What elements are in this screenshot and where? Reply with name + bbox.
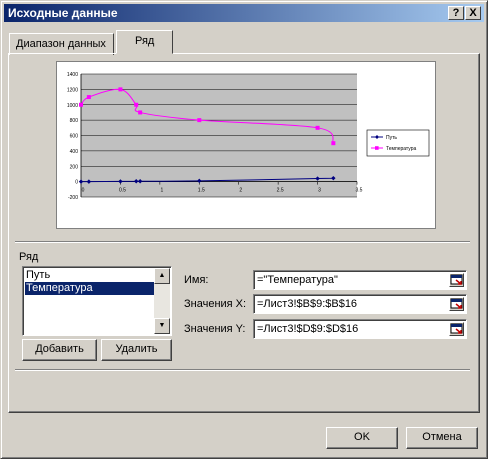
x-ref-button[interactable] (449, 297, 464, 311)
y-ref-button[interactable] (449, 322, 464, 336)
x-tick-label: 3.5 (356, 188, 363, 194)
add-series-button[interactable]: Добавить (22, 339, 97, 361)
chart-preview: -200 0 200 400 600 800 1000 1200 1400 0 0.5 1 1.5 2 2.… (56, 61, 436, 229)
y-tick-label: 800 (70, 118, 79, 124)
y-tick-label: 200 (70, 164, 79, 170)
y-values-field[interactable]: =Лист3!$D$9:$D$16 (253, 319, 467, 339)
ok-button[interactable]: OK (326, 427, 398, 449)
y-tick-label: 1400 (67, 72, 78, 78)
data-point (138, 110, 143, 115)
x-tick-label: 1.5 (198, 188, 205, 194)
y-tick-label: 0 (75, 180, 78, 186)
window-title: Исходные данные (8, 6, 118, 20)
y-values-value: =Лист3!$D$9:$D$16 (257, 323, 359, 335)
legend-entry: Температура (386, 146, 417, 152)
scroll-up-arrow-icon: ▲ (158, 272, 166, 279)
source-data-dialog: Исходные данные ? X Диапазон данных Ряд … (0, 0, 488, 459)
series-list-item-temperature[interactable]: Температура (25, 282, 154, 295)
series-listbox[interactable]: Путь Температура ▲ ▼ (22, 266, 172, 336)
x-tick-label: 0 (82, 188, 85, 194)
data-point (118, 87, 123, 92)
collapse-dialog-icon (450, 323, 463, 334)
y-tick-label: -200 (68, 195, 78, 201)
separator-top (15, 241, 470, 243)
listbox-scrollbar[interactable]: ▲ ▼ (154, 268, 170, 334)
data-point (315, 125, 320, 130)
x-tick-label: 3 (318, 188, 321, 194)
y-tick-label: 1000 (67, 103, 78, 109)
collapse-dialog-icon (450, 298, 463, 309)
x-tick-label: 2.5 (277, 188, 284, 194)
data-point (79, 102, 83, 107)
name-ref-button[interactable] (449, 273, 464, 287)
series-list-item-path[interactable]: Путь (25, 269, 50, 282)
y-tick-label: 600 (70, 134, 79, 140)
y-values-label: Значения Y: (184, 323, 246, 335)
x-values-field[interactable]: =Лист3!$B$9:$B$16 (253, 294, 467, 314)
series-group-label: Ряд (19, 251, 39, 263)
data-point (134, 102, 139, 107)
x-tick-label: 1 (160, 188, 163, 194)
name-field-value: ="Температура" (257, 274, 338, 286)
separator-bottom (15, 369, 470, 371)
y-tick-label: 1200 (67, 87, 78, 93)
help-button[interactable]: ? (448, 6, 464, 20)
scroll-down-button[interactable]: ▼ (154, 318, 170, 334)
collapse-dialog-icon (450, 274, 463, 285)
chart-svg: -200 0 200 400 600 800 1000 1200 1400 0 0.5 1 1.5 2 2.… (67, 72, 430, 201)
legend-entry: Путь (386, 135, 397, 141)
close-button[interactable]: X (465, 6, 481, 20)
x-tick-label: 0.5 (119, 188, 126, 194)
title-bar[interactable]: Исходные данные ? X (4, 4, 484, 22)
remove-series-button[interactable]: Удалить (101, 339, 172, 361)
scroll-down-arrow-icon: ▼ (158, 322, 166, 329)
data-point (197, 118, 202, 123)
tab-series-label: Ряд (135, 35, 155, 47)
cancel-button[interactable]: Отмена (406, 427, 478, 449)
data-point (331, 141, 336, 146)
name-field[interactable]: ="Температура" (253, 270, 467, 290)
x-tick-label: 2 (239, 188, 242, 194)
legend-marker (375, 146, 379, 150)
x-values-label: Значения X: (184, 298, 247, 310)
name-label: Имя: (184, 274, 209, 286)
y-tick-label: 400 (70, 149, 79, 155)
x-values-value: =Лист3!$B$9:$B$16 (257, 298, 358, 310)
data-point (86, 95, 91, 100)
legend-box (366, 129, 430, 157)
tab-series[interactable]: Ряд (116, 30, 173, 54)
scroll-up-button[interactable]: ▲ (154, 268, 170, 284)
tab-data-range[interactable]: Диапазон данных (9, 33, 114, 55)
